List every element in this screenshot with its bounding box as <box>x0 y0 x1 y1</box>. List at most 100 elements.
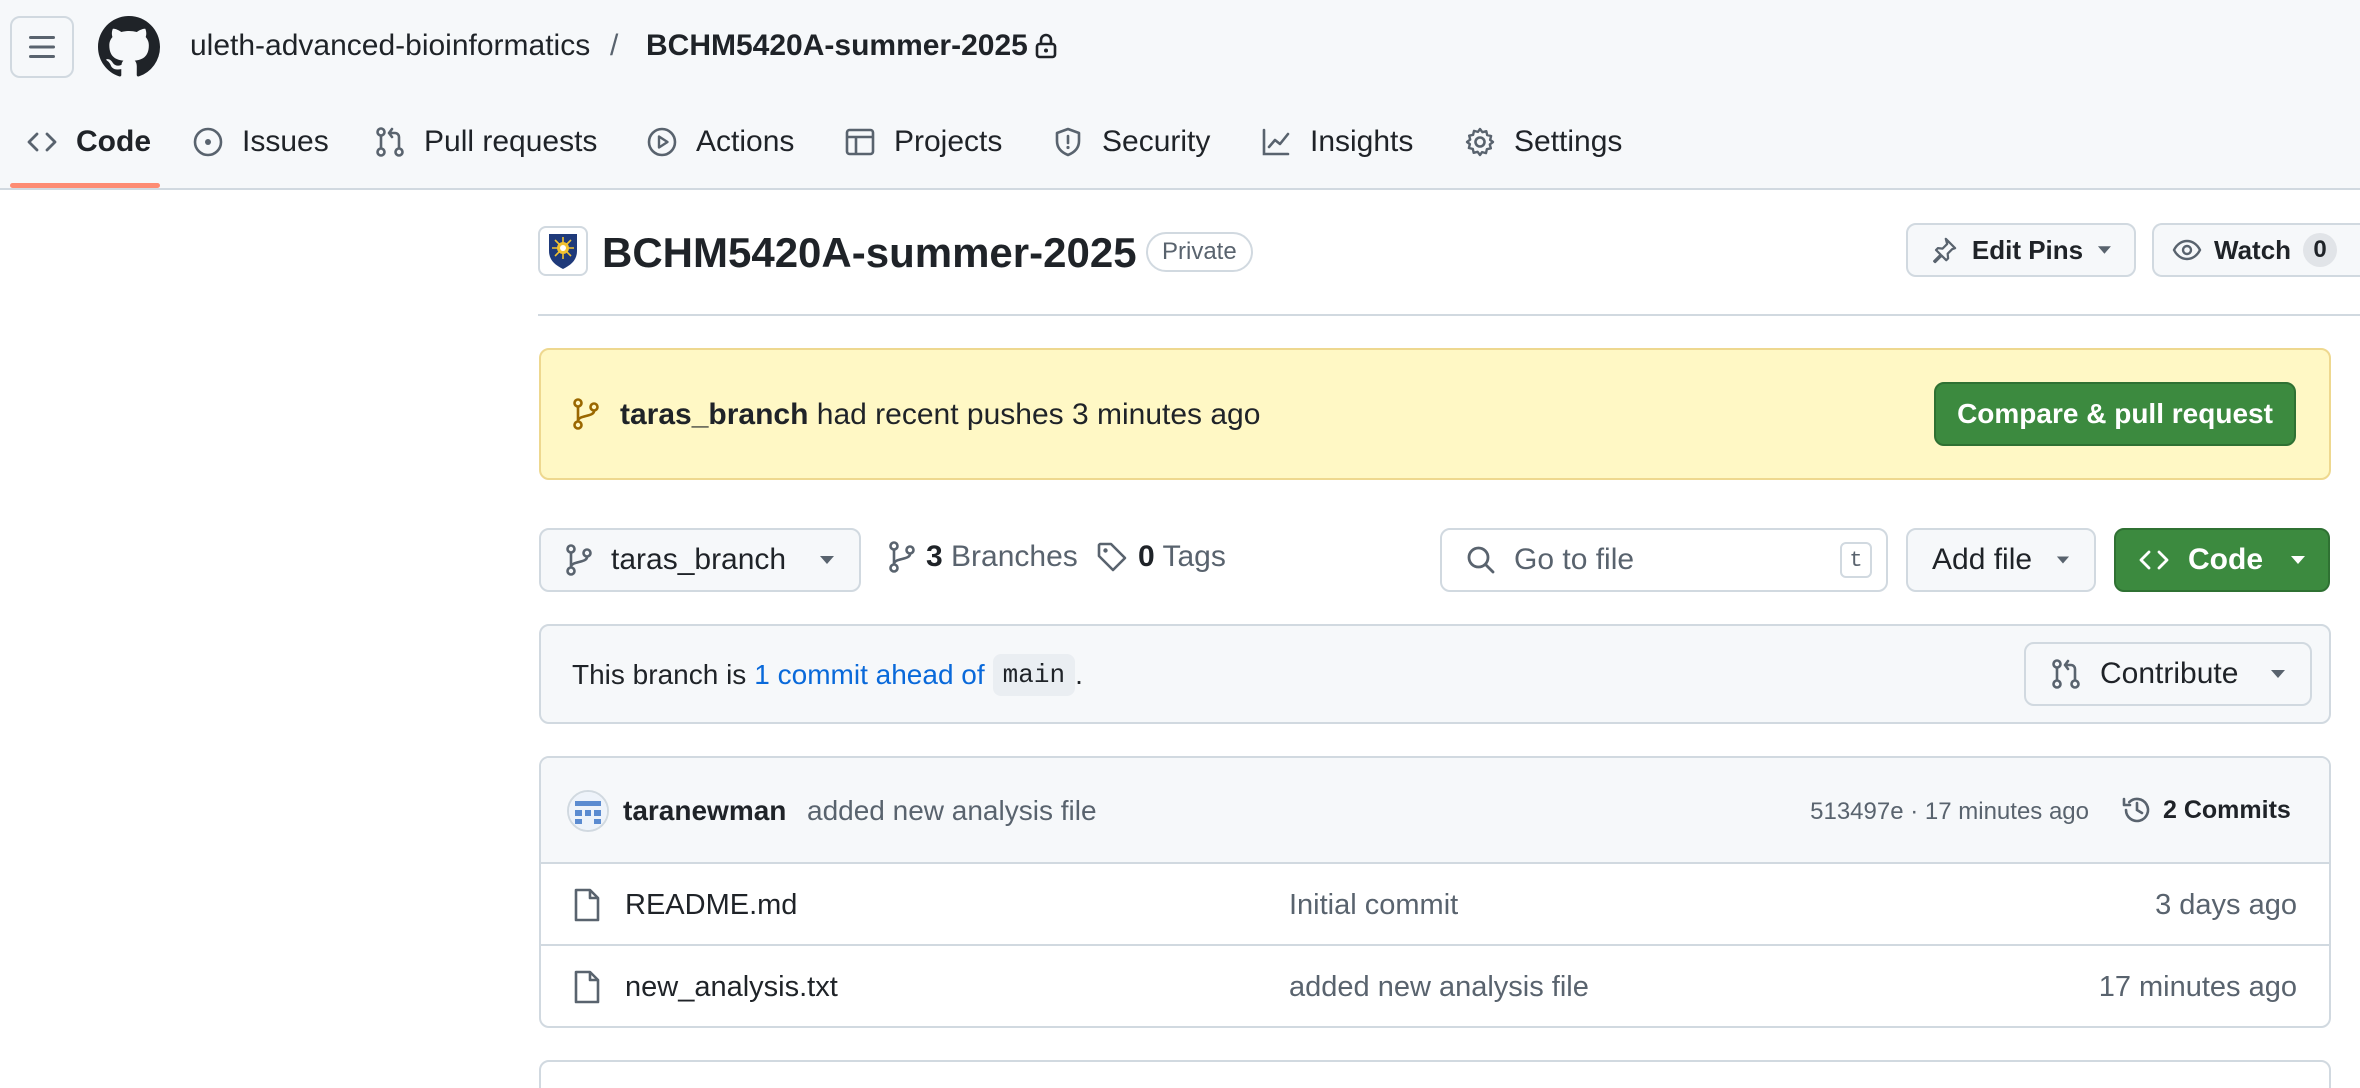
branches-label: Branches <box>951 540 1078 573</box>
file-commit-message-link[interactable]: added new analysis file <box>1289 968 1589 1006</box>
edit-pins-label: Edit Pins <box>1971 234 2084 265</box>
history-icon <box>2122 797 2150 823</box>
branch-select-button[interactable]: taras_branch <box>539 528 861 592</box>
go-to-file-search[interactable]: t <box>1440 528 1888 592</box>
tab-code[interactable]: Code <box>26 112 151 172</box>
branch-icon <box>889 541 915 573</box>
latest-commit-row: taranewman added new analysis file 51349… <box>541 758 2329 864</box>
hamburger-icon <box>29 36 55 58</box>
tab-pull-requests[interactable]: Pull requests <box>374 112 597 172</box>
file-commit-message-link[interactable]: Initial commit <box>1289 886 1458 924</box>
tab-insights[interactable]: Insights <box>1260 112 1413 172</box>
branch-status-text: This branch is 1 commit ahead of main . <box>572 654 1083 696</box>
file-icon <box>574 888 600 922</box>
base-branch-chip: main <box>992 654 1076 696</box>
file-icon <box>574 970 600 1004</box>
breadcrumb-separator: / <box>610 29 619 62</box>
tab-issues-label: Issues <box>242 125 329 158</box>
repo-title[interactable]: BCHM5420A-summer-2025 <box>602 228 1137 278</box>
go-to-file-input[interactable] <box>1514 543 1814 577</box>
github-logo-icon[interactable] <box>98 16 160 78</box>
recent-push-text: taras_branch had recent pushes 3 minutes… <box>620 396 1260 434</box>
file-row-new-analysis[interactable]: new_analysis.txt added new analysis file… <box>541 946 2329 1026</box>
tab-pull-requests-label: Pull requests <box>424 125 598 158</box>
branches-count: 3 <box>926 540 943 573</box>
tab-actions[interactable]: Actions <box>646 112 794 172</box>
code-icon <box>2139 550 2169 570</box>
watch-label: Watch <box>2214 234 2292 265</box>
tab-settings-label: Settings <box>1514 125 1623 158</box>
commit-hash-time[interactable]: 513497e · 17 minutes ago <box>1810 795 2089 829</box>
commits-ahead-link[interactable]: 1 commit ahead of <box>754 656 984 694</box>
tab-projects-label: Projects <box>894 125 1003 158</box>
tab-insights-label: Insights <box>1310 125 1414 158</box>
code-button-label: Code <box>2188 543 2263 576</box>
tag-icon <box>1097 542 1127 572</box>
tags-label: Tags <box>1162 540 1226 573</box>
file-commit-time: 3 days ago <box>2155 889 2297 921</box>
branch-icon <box>572 398 600 430</box>
commit-author[interactable]: taranewman <box>623 792 786 830</box>
hamburger-menu-button[interactable] <box>10 16 74 78</box>
branch-icon <box>566 544 592 576</box>
compare-pull-request-button[interactable]: Compare & pull request <box>1934 382 2296 446</box>
tab-code-label: Code <box>76 125 151 158</box>
commit-message[interactable]: added new analysis file <box>807 792 1097 830</box>
university-crest-icon <box>549 234 577 269</box>
title-divider <box>538 314 2360 316</box>
branch-status-suffix: . <box>1075 659 1083 690</box>
file-row-readme[interactable]: README.md Initial commit 3 days ago <box>541 864 2329 946</box>
file-name-link[interactable]: new_analysis.txt <box>625 968 838 1006</box>
tab-settings[interactable]: Settings <box>1464 112 1622 172</box>
tags-link[interactable]: 0 Tags <box>1096 540 1226 574</box>
code-icon <box>27 132 57 152</box>
visibility-badge: Private <box>1146 232 1253 272</box>
tab-security-label: Security <box>1102 125 1211 158</box>
branch-status-prefix: This branch is <box>572 659 747 690</box>
commits-history-link[interactable]: 2 Commits <box>2121 788 2291 832</box>
branch-select-label: taras_branch <box>611 543 787 576</box>
repo-avatar[interactable] <box>538 226 588 276</box>
shield-icon <box>1055 127 1081 157</box>
file-commit-time: 17 minutes ago <box>2098 971 2297 1003</box>
selected-tab-underline <box>10 183 160 188</box>
chevron-down-icon <box>2271 670 2285 678</box>
pull-request-icon <box>376 127 404 157</box>
edit-pins-button[interactable]: Edit Pins <box>1906 223 2136 277</box>
chevron-down-icon <box>2291 556 2305 564</box>
tab-actions-label: Actions <box>696 125 795 158</box>
breadcrumb-owner-link[interactable]: uleth-advanced-bioinformatics <box>190 27 590 65</box>
tab-issues[interactable]: Issues <box>192 112 329 172</box>
recent-push-branch[interactable]: taras_branch <box>620 398 808 431</box>
tags-count: 0 <box>1138 540 1155 573</box>
chevron-down-icon <box>820 556 834 564</box>
search-shortcut-key: t <box>1840 542 1872 578</box>
chevron-down-icon <box>2098 246 2112 254</box>
avatar[interactable] <box>567 790 609 832</box>
play-icon <box>647 127 677 157</box>
watch-count: 0 <box>2303 233 2338 267</box>
chevron-down-icon <box>2056 556 2070 564</box>
tab-projects[interactable]: Projects <box>844 112 1002 172</box>
add-file-label: Add file <box>1932 543 2033 576</box>
issue-icon <box>193 127 223 157</box>
readme-panel <box>539 1060 2331 1088</box>
code-dropdown-button[interactable]: Code <box>2114 528 2330 592</box>
watch-button[interactable]: Watch 0 <box>2152 223 2360 277</box>
contribute-button[interactable]: Contribute <box>2024 642 2312 706</box>
tab-security[interactable]: Security <box>1052 112 1210 172</box>
pull-request-icon <box>2052 659 2080 689</box>
recent-push-message: had recent pushes 3 minutes ago <box>816 398 1261 431</box>
lock-icon <box>1034 32 1058 60</box>
pin-icon <box>1933 237 1957 264</box>
eye-icon <box>2172 239 2202 261</box>
graph-icon <box>1262 128 1290 156</box>
table-icon <box>845 128 875 156</box>
add-file-button[interactable]: Add file <box>1906 528 2096 592</box>
breadcrumb-repo-link[interactable]: BCHM5420A-summer-2025 <box>646 27 1028 65</box>
branches-link[interactable]: 3 Branches <box>888 540 1078 574</box>
gear-icon <box>1465 127 1495 157</box>
file-name-link[interactable]: README.md <box>625 886 797 924</box>
file-table: taranewman added new analysis file 51349… <box>539 756 2331 1028</box>
commits-count-label: 2 Commits <box>2163 795 2291 824</box>
